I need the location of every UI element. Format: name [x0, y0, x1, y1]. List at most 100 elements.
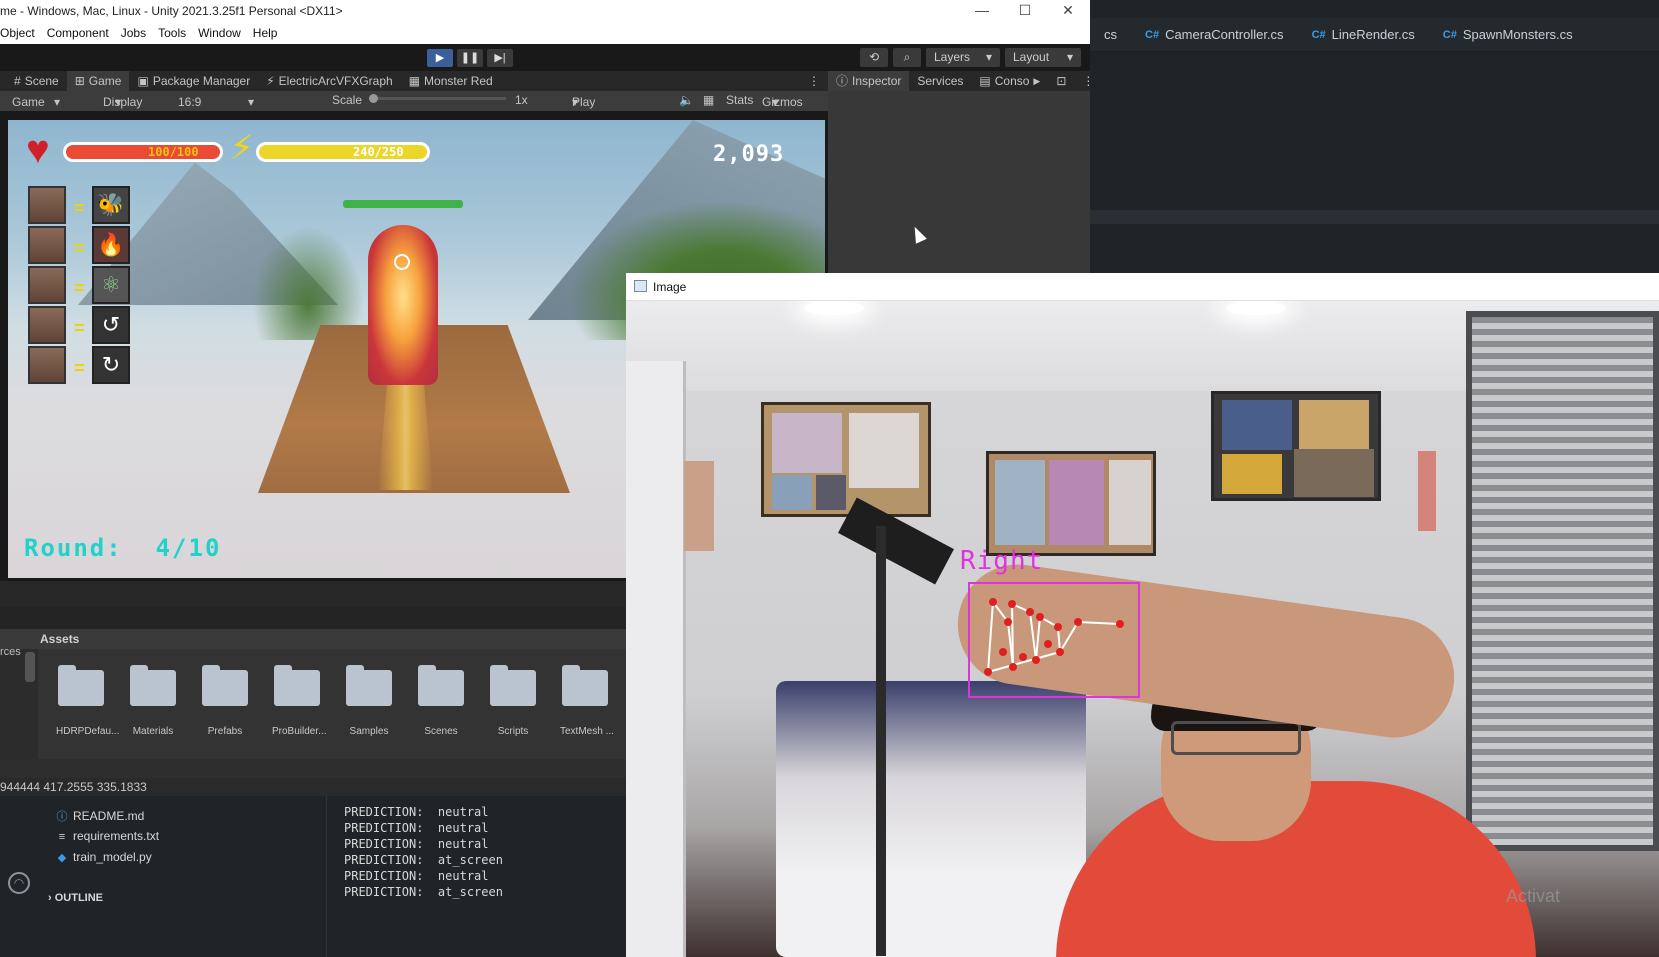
- project-tree-item[interactable]: rces: [0, 646, 21, 658]
- image-window-title-bar[interactable]: Image: [626, 273, 1659, 301]
- close-button[interactable]: ✕: [1046, 0, 1090, 22]
- hand-gesture-icon: [28, 186, 66, 224]
- csharp-file-icon: C#: [1442, 28, 1457, 41]
- terminal-line: PREDICTION: neutral: [344, 869, 489, 883]
- game-view-toolbar: Game▾ Display 1▾ 16:9 Aspect▾ Scale 1x P…: [0, 91, 828, 123]
- gesture-legend-row: = ⚛: [28, 266, 138, 304]
- folder-textmesh[interactable]: TextMesh ...: [560, 665, 614, 737]
- explorer-file-readme[interactable]: ⓘ README.md: [55, 808, 145, 824]
- scrollbar[interactable]: [25, 652, 35, 682]
- console-icon: ▤: [979, 74, 991, 88]
- image-window-title: Image: [653, 280, 687, 294]
- window-blinds: [1466, 311, 1659, 851]
- ceiling-light: [1226, 301, 1286, 315]
- menu-help[interactable]: Help: [247, 26, 284, 40]
- webcam-feed: Right Activat: [626, 301, 1659, 957]
- hand-gesture-icon: [28, 306, 66, 344]
- terminal-line: PREDICTION: neutral: [344, 821, 489, 835]
- folder-icon: [202, 665, 248, 706]
- folder-prefabs[interactable]: Prefabs: [200, 665, 250, 737]
- folder-icon: [130, 665, 176, 706]
- wall-poster: [684, 461, 714, 551]
- menu-window[interactable]: Window: [192, 26, 247, 40]
- menu-jobs[interactable]: Jobs: [115, 26, 152, 40]
- folder-icon: [562, 665, 608, 706]
- csharp-file-icon: C#: [1311, 28, 1326, 41]
- folder-probuilder[interactable]: ProBuilder...: [272, 665, 326, 737]
- vfx-icon: ⚡: [266, 74, 275, 88]
- health-text: 100/100: [148, 145, 199, 159]
- tab-monster-red[interactable]: ▦ Monster Red: [401, 71, 501, 91]
- menu-component[interactable]: Component: [41, 26, 115, 40]
- maximize-button[interactable]: ☐: [1003, 0, 1047, 22]
- layout-dropdown[interactable]: Layout ▾: [1005, 48, 1081, 67]
- folder-hdrp-default[interactable]: HDRPDefau...: [56, 665, 119, 737]
- account-icon[interactable]: ◠: [8, 872, 30, 894]
- cork-board: [986, 451, 1156, 556]
- activate-windows-watermark: Activat: [1506, 886, 1561, 906]
- scale-value: 1x: [515, 93, 528, 107]
- music-stand-pole: [876, 526, 886, 956]
- folder-scripts[interactable]: Scripts: [488, 665, 538, 737]
- panel-divider: [0, 581, 628, 607]
- history-icon[interactable]: ⟲: [860, 48, 888, 67]
- more-options-icon[interactable]: ⋮: [1074, 71, 1102, 91]
- layers-dropdown[interactable]: Layers ▾: [926, 48, 1000, 67]
- folder-scenes[interactable]: Scenes: [416, 665, 466, 737]
- score-display: 2,093: [713, 142, 785, 167]
- folder-icon: [274, 665, 320, 706]
- menu-tools[interactable]: Tools: [152, 26, 192, 40]
- info-icon: ⓘ: [56, 811, 68, 823]
- csharp-file-icon: C#: [1145, 28, 1160, 41]
- scale-slider-handle[interactable]: [369, 94, 378, 103]
- minimize-button[interactable]: —: [960, 0, 1004, 22]
- chevron-down-icon: ▾: [572, 95, 579, 109]
- stats-button[interactable]: Stats: [726, 93, 753, 107]
- tab-package-manager[interactable]: ▣ Package Manager: [129, 71, 258, 91]
- cork-board: [761, 402, 931, 517]
- lock-icon[interactable]: ⊡: [1048, 71, 1074, 91]
- unity-window-title: me - Windows, Mac, Linux - Unity 2021.3.…: [0, 4, 343, 18]
- vscode-tab-spawn-monsters[interactable]: C# SpawnMonsters.cs: [1429, 18, 1587, 52]
- unity-view-tabs: # Scene ⊞ Game ▣ Package Manager ⚡ ElectricA…: [0, 71, 828, 91]
- outline-section[interactable]: › OUTLINE: [48, 892, 103, 904]
- hand-label: Right: [960, 546, 1044, 576]
- explorer-file-requirements[interactable]: ≡ requirements.txt: [55, 829, 159, 843]
- tab-electric-arc-vfx-graph[interactable]: ⚡ ElectricArcVFXGraph: [258, 71, 400, 91]
- tab-services[interactable]: Services: [909, 71, 971, 91]
- energy-text: 240/250: [353, 145, 404, 159]
- terminal-line: PREDICTION: neutral: [344, 805, 489, 819]
- inspector-panel: [828, 91, 1090, 274]
- vscode-tab-line-render[interactable]: C# LineRender.cs: [1298, 18, 1429, 52]
- vscode-tab-camera-controller[interactable]: C# CameraController.cs: [1131, 18, 1298, 52]
- pause-button[interactable]: ❚❚: [457, 49, 483, 67]
- search-icon[interactable]: ⌕: [893, 48, 921, 67]
- step-button[interactable]: ▶|: [487, 49, 513, 67]
- folder-samples[interactable]: Samples: [344, 665, 394, 737]
- hand-bounding-box: [968, 582, 1140, 698]
- folder-materials[interactable]: Materials: [128, 665, 178, 737]
- game-icon: ⊞: [74, 74, 85, 88]
- menu-object[interactable]: Object: [0, 26, 41, 40]
- explorer-file-train-model[interactable]: ◆ train_model.py: [55, 850, 152, 864]
- tab-game[interactable]: ⊞ Game: [66, 71, 130, 91]
- wall-poster: [1418, 451, 1436, 531]
- health-bar: [63, 142, 223, 162]
- chevron-right-icon: ▶: [1033, 76, 1041, 86]
- chevron-down-icon: ▾: [54, 95, 61, 109]
- scale-slider[interactable]: [370, 97, 506, 100]
- play-button[interactable]: ▶: [427, 49, 453, 67]
- chevron-down-icon: ▾: [1066, 50, 1073, 64]
- audio-icon[interactable]: 🔈: [679, 93, 694, 107]
- glasses: [1171, 721, 1301, 755]
- vscode-tab-partial[interactable]: cs: [1090, 18, 1131, 52]
- grid-icon[interactable]: ▦: [703, 93, 714, 107]
- ceiling-light: [804, 301, 864, 315]
- round-counter: Round: 4/10: [24, 534, 222, 562]
- more-options-icon[interactable]: ⋮: [800, 71, 828, 91]
- tab-inspector[interactable]: ⓘ Inspector: [828, 71, 910, 91]
- assets-breadcrumb[interactable]: Assets: [40, 632, 79, 646]
- tab-scene[interactable]: # Scene: [0, 71, 67, 91]
- tab-console[interactable]: ▤ Conso ▶: [971, 71, 1048, 91]
- folder-icon: [58, 665, 104, 706]
